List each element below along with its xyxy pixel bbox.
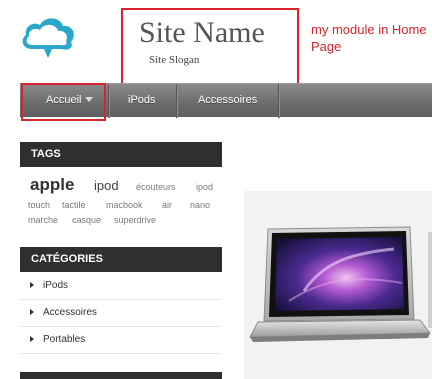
annotation-text: my module in Home Page [311,22,427,54]
triangle-right-icon [30,309,34,315]
tag-link[interactable]: macbook [106,200,143,210]
site-branding-highlight: Site Name Site Slogan [121,8,299,88]
category-item-ipods[interactable]: iPods [20,273,222,300]
laptop-image [249,226,431,342]
accueil-highlight [21,83,106,121]
site-name[interactable]: Site Name [139,16,265,50]
category-label: Accessoires [43,307,97,318]
category-item-accessoires[interactable]: Accessoires [20,300,222,327]
tag-link[interactable]: ipod [196,182,213,192]
category-label: iPods [43,280,69,291]
tag-link[interactable]: touch [28,200,50,210]
cloud-logo-icon[interactable] [18,13,78,63]
nav-item-ipods[interactable]: iPods [128,84,156,118]
tag-link[interactable]: casque [72,215,101,225]
site-slogan: Site Slogan [149,54,200,66]
tag-link[interactable]: air [162,200,172,210]
categories-block-title: CATÉGORIES [20,247,222,272]
tag-link[interactable]: superdrive [114,215,156,225]
next-slide-peek [428,232,432,328]
tag-link[interactable]: écouteurs [136,182,176,192]
tag-link[interactable]: nano [190,200,210,210]
tag-link[interactable]: marche [28,215,58,225]
category-item-portables[interactable]: Portables [20,327,222,354]
category-label: Portables [43,334,86,345]
next-block-title [20,372,222,379]
nav-item-accessoires[interactable]: Accessoires [198,84,257,118]
nav-divider [278,84,279,118]
triangle-right-icon [30,282,34,288]
nav-item-label: Accessoires [198,94,258,106]
tag-link[interactable]: tactile [62,200,86,210]
tag-link[interactable]: apple [30,175,74,195]
featured-slide[interactable] [244,191,432,379]
nav-divider [108,84,109,118]
nav-item-label: iPods [128,94,156,106]
tag-link[interactable]: ipod [94,178,119,193]
tags-block-title: TAGS [20,142,222,167]
triangle-right-icon [30,336,34,342]
nav-divider [176,84,177,118]
